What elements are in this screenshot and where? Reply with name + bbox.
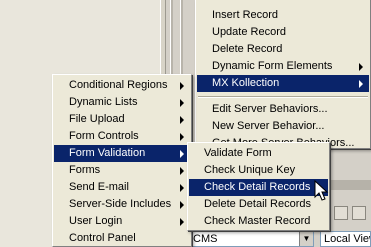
submenu-arrow-icon [180, 201, 184, 209]
menu-item-label: New Server Behavior... [212, 120, 325, 132]
submenu-arrow-icon [180, 184, 184, 192]
menu-item-label: Form Validation [69, 147, 146, 159]
submenu-arrow-icon [180, 82, 184, 90]
submenu-arrow-icon [180, 167, 184, 175]
submenu-arrow-icon [359, 63, 363, 71]
menu-item-label: Edit Server Behaviors... [212, 103, 328, 115]
submenu-arrow-icon [180, 218, 184, 226]
menu-item-dynamic-lists[interactable]: Dynamic Lists [54, 94, 190, 111]
menu-item-label: File Upload [69, 113, 125, 125]
menu-item-mx-kollection[interactable]: MX Kollection [197, 75, 369, 92]
menu-item-form-controls[interactable]: Form Controls [54, 128, 190, 145]
refresh-icon[interactable] [352, 206, 366, 220]
menu-item-label: Validate Form [204, 147, 272, 159]
submenu-arrow-icon [359, 80, 363, 88]
menu-item-label: Delete Record [212, 43, 283, 55]
site-select[interactable]: CMS ▼ [189, 231, 314, 247]
menu-item-delete-detail-records[interactable]: Delete Detail Records [189, 196, 328, 213]
menu-item-label: Send E-mail [69, 181, 129, 193]
menu-item-check-unique-key[interactable]: Check Unique Key [189, 162, 328, 179]
menu-item-edit-server-behaviors[interactable]: Edit Server Behaviors... [197, 101, 369, 118]
menu-item-check-detail-records[interactable]: Check Detail Records [189, 179, 328, 196]
menu-item-label: Server-Side Includes [69, 198, 172, 210]
menu-item-label: Check Unique Key [204, 164, 296, 176]
menu-item-delete-record[interactable]: Delete Record [197, 41, 369, 58]
menu-item-new-server-behavior[interactable]: New Server Behavior... [197, 118, 369, 135]
menu-item-label: Dynamic Lists [69, 96, 138, 108]
submenu-arrow-icon [180, 99, 184, 107]
menu-item-user-login[interactable]: User Login [54, 213, 190, 230]
menu-item-file-upload[interactable]: File Upload [54, 111, 190, 128]
menu-item-label: User Login [69, 215, 123, 227]
menu-item-label: Form Controls [69, 130, 139, 142]
panel-toolbar [330, 204, 371, 224]
menu-item-check-master-record[interactable]: Check Master Record [189, 213, 328, 230]
form-validation-menu: Validate Form Check Unique Key Check Det… [187, 142, 330, 231]
submenu-arrow-icon [180, 133, 184, 141]
site-select-value: CMS [193, 233, 218, 245]
view-select-value: Local View [324, 233, 370, 245]
menu-item-label: Update Record [212, 26, 286, 38]
menu-item-forms[interactable]: Forms [54, 162, 190, 179]
menu-item-label: Control Panel [69, 232, 136, 244]
menu-item-server-side-includes[interactable]: Server-Side Includes [54, 196, 190, 213]
menu-item-label: Check Detail Records [204, 181, 311, 193]
menu-item-label: MX Kollection [212, 77, 280, 89]
menu-item-dynamic-form-elements[interactable]: Dynamic Form Elements [197, 58, 369, 75]
menu-item-update-record[interactable]: Update Record [197, 24, 369, 41]
server-behaviors-menu: Insert Record Update Record Delete Recor… [195, 0, 371, 149]
menu-separator [198, 96, 368, 98]
menu-item-send-email[interactable]: Send E-mail [54, 179, 190, 196]
menu-item-conditional-regions[interactable]: Conditional Regions [54, 77, 190, 94]
submenu-arrow-icon [180, 150, 184, 158]
chevron-down-icon[interactable]: ▼ [299, 232, 313, 246]
menu-item-form-validation[interactable]: Form Validation [54, 145, 190, 162]
menu-item-label: Delete Detail Records [204, 198, 311, 210]
menu-item-label: Insert Record [212, 9, 279, 21]
connect-icon[interactable] [334, 206, 348, 220]
menu-item-validate-form[interactable]: Validate Form [189, 145, 328, 162]
menu-item-insert-record[interactable]: Insert Record [197, 7, 369, 24]
mx-kollection-menu: Conditional Regions Dynamic Lists File U… [52, 74, 192, 247]
view-select[interactable]: Local View [320, 231, 371, 247]
menu-item-label: Conditional Regions [69, 79, 168, 91]
menu-item-label: Forms [69, 164, 101, 176]
menu-item-label: Check Master Record [204, 215, 311, 227]
submenu-arrow-icon [180, 116, 184, 124]
menu-item-label: Dynamic Form Elements [212, 60, 333, 72]
mouse-pointer-icon [314, 180, 329, 201]
menu-item-control-panel[interactable]: Control Panel [54, 230, 190, 247]
